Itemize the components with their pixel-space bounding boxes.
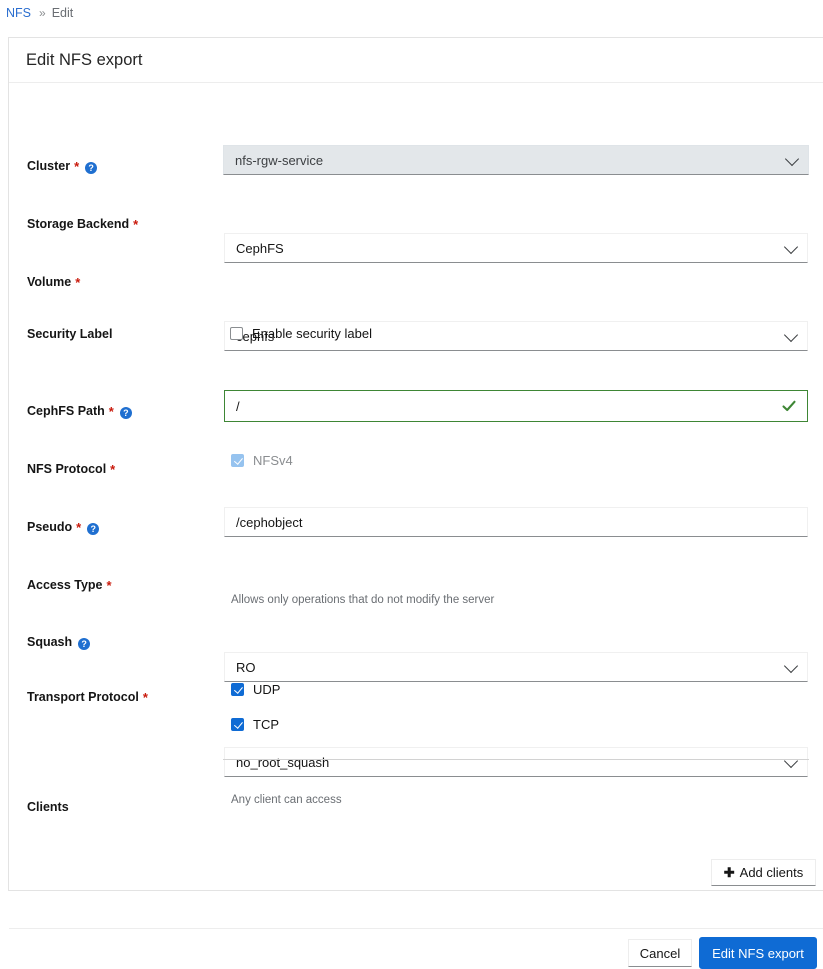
add-clients-button[interactable]: ✚ Add clients xyxy=(711,859,816,886)
transport-tcp-checkbox[interactable] xyxy=(231,718,244,731)
transport-udp-checkbox-row[interactable]: UDP xyxy=(231,682,280,697)
chevron-down-icon xyxy=(783,658,799,674)
required-marker: * xyxy=(110,462,116,477)
plus-icon: ✚ xyxy=(723,864,735,880)
help-circle-icon-pseudo[interactable]: ? xyxy=(87,523,100,535)
access-type-select-value: RO xyxy=(236,659,256,675)
pseudo-value: /cephobject xyxy=(236,514,303,530)
storage-backend-select-value: CephFS xyxy=(236,240,284,256)
add-clients-label: Add clients xyxy=(739,865,804,880)
label-pseudo: Pseudo * ? xyxy=(27,519,100,535)
transport-tcp-checkbox-row[interactable]: TCP xyxy=(231,717,279,732)
nfsv4-checkbox xyxy=(231,454,244,467)
label-volume: Volume * xyxy=(27,275,81,290)
access-type-hint: Allows only operations that do not modif… xyxy=(231,594,495,606)
submit-label: Edit NFS export xyxy=(712,945,804,961)
required-marker: * xyxy=(133,217,139,232)
label-cluster: Cluster * ? xyxy=(27,158,98,174)
chevron-down-icon xyxy=(783,239,799,255)
storage-backend-select[interactable]: CephFS xyxy=(224,233,808,263)
clients-section-divider xyxy=(223,759,809,760)
squash-select[interactable]: no_root_squash xyxy=(224,747,808,777)
submit-button[interactable]: Edit NFS export xyxy=(699,937,817,969)
label-squash: Squash ? xyxy=(27,635,91,650)
clients-empty-text: Any client can access xyxy=(231,794,342,806)
breadcrumb-separator-icon: » xyxy=(39,6,46,20)
label-clients: Clients xyxy=(27,800,69,814)
transport-tcp-label: TCP xyxy=(253,717,279,732)
page-title: Edit NFS export xyxy=(26,50,143,69)
nfsv4-checkbox-row: NFSv4 xyxy=(231,453,293,468)
cluster-select[interactable]: nfs-rgw-service xyxy=(223,145,809,175)
valid-check-icon xyxy=(782,400,796,412)
squash-select-value: no_root_squash xyxy=(236,754,330,770)
cancel-label: Cancel xyxy=(639,945,681,961)
required-marker: * xyxy=(74,159,80,174)
nfsv4-label: NFSv4 xyxy=(253,453,293,468)
enable-security-label-text: Enable security label xyxy=(252,326,372,341)
help-circle-icon-squash[interactable]: ? xyxy=(78,638,91,650)
label-transport-protocol: Transport Protocol * xyxy=(27,690,148,705)
cephfs-path-input[interactable]: / xyxy=(224,390,808,422)
breadcrumb-link-nfs[interactable]: NFS xyxy=(6,6,31,20)
required-marker: * xyxy=(76,520,82,535)
chevron-down-icon xyxy=(783,327,799,343)
transport-udp-checkbox[interactable] xyxy=(231,683,244,696)
label-security-label: Security Label xyxy=(27,327,113,341)
required-marker: * xyxy=(75,275,81,290)
chevron-down-icon xyxy=(784,151,800,167)
label-storage-backend: Storage Backend * xyxy=(27,217,139,232)
transport-udp-label: UDP xyxy=(253,682,281,697)
enable-security-label-checkbox[interactable] xyxy=(230,327,243,340)
help-circle-icon-cluster[interactable]: ? xyxy=(85,162,98,174)
label-cephfs-path: CephFS Path * ? xyxy=(27,403,132,419)
help-circle-icon-cephfs-path[interactable]: ? xyxy=(119,407,132,419)
footer-divider xyxy=(9,928,823,929)
breadcrumb-current-edit: Edit xyxy=(51,6,74,20)
required-marker: * xyxy=(142,690,148,705)
form-body: Cluster * ? nfs-rgw-service Storage Back… xyxy=(9,83,823,969)
cephfs-path-value: / xyxy=(236,398,240,414)
access-type-select[interactable]: RO xyxy=(224,652,808,682)
breadcrumb: NFS » Edit xyxy=(6,0,73,26)
cancel-button[interactable]: Cancel xyxy=(628,939,692,967)
edit-nfs-export-card: Edit NFS export Cluster * ? nfs-rgw-serv… xyxy=(8,37,823,969)
pseudo-input[interactable]: /cephobject xyxy=(224,507,808,537)
enable-security-label-checkbox-row[interactable]: Enable security label xyxy=(230,326,372,341)
label-nfs-protocol: NFS Protocol * xyxy=(27,462,116,477)
required-marker: * xyxy=(108,404,114,419)
chevron-down-icon xyxy=(783,753,799,769)
label-access-type: Access Type * xyxy=(27,578,112,593)
cluster-select-value: nfs-rgw-service xyxy=(235,152,324,168)
card-header: Edit NFS export xyxy=(9,38,823,83)
required-marker: * xyxy=(106,578,112,593)
